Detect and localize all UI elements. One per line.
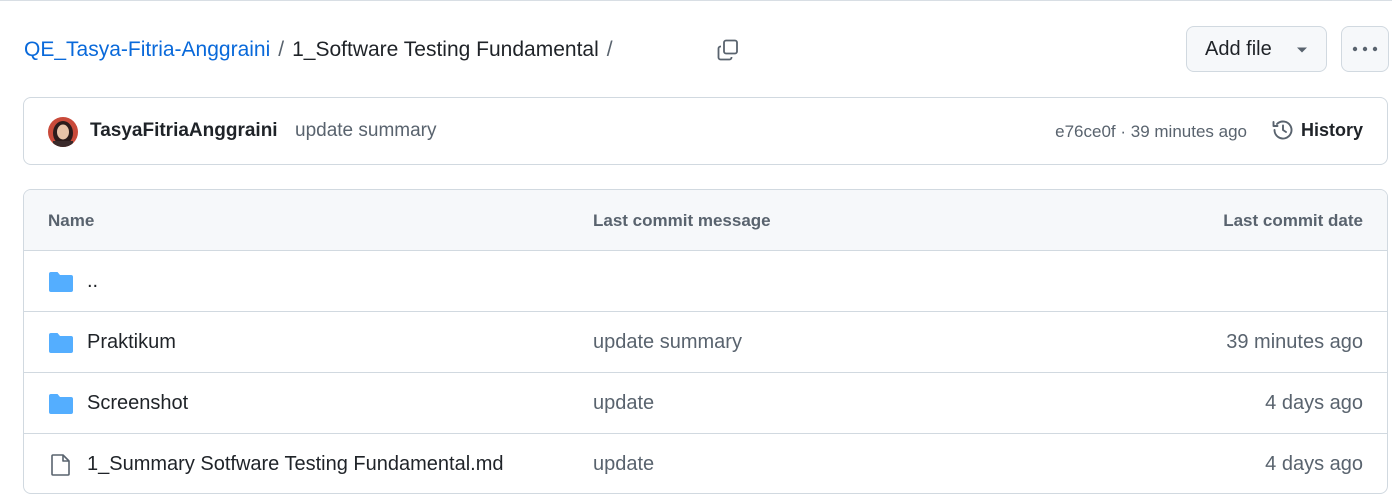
avatar[interactable]: [48, 117, 78, 147]
file-name[interactable]: ..: [87, 270, 98, 293]
file-commit-message[interactable]: update: [593, 392, 654, 415]
file-name[interactable]: Praktikum: [87, 331, 176, 354]
add-file-button[interactable]: Add file: [1186, 26, 1327, 72]
file-icon: [51, 454, 70, 476]
history-icon: [1272, 120, 1293, 140]
table-row-parent-directory[interactable]: ..: [24, 251, 1387, 312]
file-name[interactable]: 1_Summary Sotfware Testing Fundamental.m…: [87, 453, 504, 476]
file-commit-date: 4 days ago: [1265, 392, 1363, 414]
commit-author[interactable]: TasyaFitriaAnggraini: [90, 120, 278, 142]
breadcrumb-separator: /: [278, 38, 285, 61]
triangle-down-icon: [1297, 47, 1307, 53]
file-commit-message[interactable]: update summary: [593, 331, 742, 354]
column-header-name: Name: [48, 211, 95, 230]
page-header: QE_Tasya-Fitria-Anggraini / 1_Software T…: [24, 26, 1390, 74]
table-row-file[interactable]: 1_Summary Sotfware Testing Fundamental.m…: [24, 434, 1387, 493]
copy-icon: [717, 39, 738, 61]
kebab-horizontal-icon: [1352, 46, 1378, 52]
table-row-folder[interactable]: Screenshot update 4 days ago: [24, 373, 1387, 434]
breadcrumb-trailing-separator: /: [606, 38, 613, 61]
commit-hash-and-time[interactable]: e76ce0f · 39 minutes ago: [1055, 122, 1247, 142]
folder-icon: [49, 333, 73, 353]
file-commit-date: 39 minutes ago: [1226, 331, 1363, 353]
commit-message[interactable]: update summary: [295, 120, 437, 142]
copy-path-button[interactable]: [710, 32, 746, 68]
top-divider: [0, 0, 1392, 1]
history-label: History: [1300, 119, 1363, 140]
breadcrumb-current-directory: 1_Software Testing Fundamental: [292, 38, 599, 61]
column-header-last-commit-date: Last commit date: [1223, 211, 1363, 230]
history-button[interactable]: History: [1271, 118, 1363, 142]
table-row-folder[interactable]: Praktikum update summary 39 minutes ago: [24, 312, 1387, 373]
breadcrumb-repo-link[interactable]: QE_Tasya-Fitria-Anggraini: [24, 38, 270, 62]
folder-icon: [49, 394, 73, 414]
file-table: Name Last commit message Last commit dat…: [23, 189, 1388, 494]
column-header-last-commit-message: Last commit message: [593, 211, 771, 230]
breadcrumb: QE_Tasya-Fitria-Anggraini / 1_Software T…: [24, 38, 621, 62]
latest-commit-bar: TasyaFitriaAnggraini update summary e76c…: [23, 97, 1388, 165]
file-commit-date: 4 days ago: [1265, 453, 1363, 475]
folder-icon: [49, 272, 73, 292]
table-header: Name Last commit message Last commit dat…: [24, 190, 1387, 251]
file-name[interactable]: Screenshot: [87, 392, 188, 415]
file-commit-message[interactable]: update: [593, 453, 654, 476]
add-file-label: Add file: [1205, 37, 1272, 60]
more-options-button[interactable]: [1341, 26, 1389, 72]
